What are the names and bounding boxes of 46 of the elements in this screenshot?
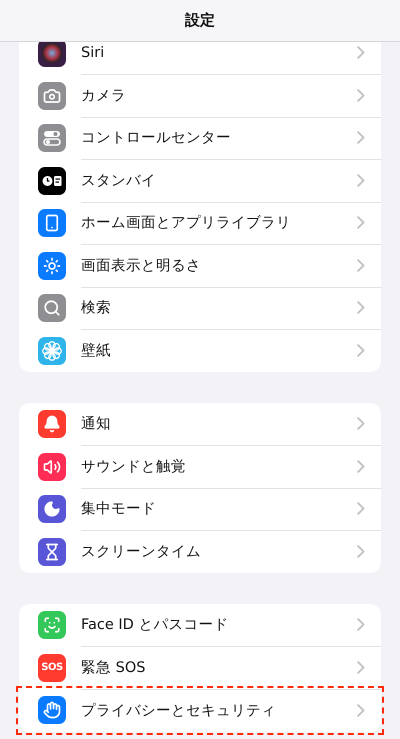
sun-icon <box>38 252 66 280</box>
chevron-icon <box>357 301 365 314</box>
bell-icon <box>38 410 66 438</box>
chevron-icon <box>357 174 365 187</box>
settings-row[interactable]: 通知 <box>19 403 381 446</box>
settings-row[interactable]: カメラ <box>19 74 381 117</box>
hourglass-icon <box>38 538 66 566</box>
chevron-icon <box>357 502 365 516</box>
settings-row[interactable]: プライバシーとセキュリティ <box>19 689 381 732</box>
orb-icon <box>38 42 66 68</box>
settings-row[interactable]: 壁紙 <box>19 330 381 372</box>
chevron-icon <box>357 460 365 473</box>
chevron-icon <box>357 545 365 558</box>
speaker-icon <box>38 452 66 481</box>
chevron-icon <box>357 216 365 230</box>
chevron-icon <box>357 417 365 430</box>
moon-icon <box>38 495 66 524</box>
settings-row[interactable]: サウンドと触覚 <box>19 446 381 488</box>
phone-icon <box>38 209 66 238</box>
chevron-icon <box>357 258 365 272</box>
search-icon <box>38 294 66 322</box>
chevron-icon <box>357 704 365 717</box>
clock-icon <box>38 166 66 195</box>
settings-row[interactable]: Siri <box>19 42 381 74</box>
settings-row[interactable]: スタンバイ <box>19 160 381 202</box>
settings-row[interactable]: 検索 <box>19 287 381 330</box>
chevron-icon <box>357 131 365 144</box>
settings-row[interactable]: 集中モード <box>19 488 381 530</box>
page-title: 設定 <box>185 11 215 30</box>
sos-label: SOS <box>41 662 63 674</box>
chevron-icon <box>357 46 365 60</box>
chevron-icon <box>357 344 365 358</box>
face-icon <box>38 611 66 640</box>
chevron-icon <box>357 88 365 102</box>
settings-row[interactable]: Face ID とパスコード <box>19 604 381 646</box>
chevron-icon <box>357 618 365 632</box>
settings-row[interactable]: SOS 緊急 SOS <box>19 646 381 689</box>
settings-row[interactable]: コントロールセンター <box>19 117 381 160</box>
toggles-icon <box>38 124 66 152</box>
settings-row[interactable]: スクリーンタイム <box>19 530 381 573</box>
hand-icon <box>38 696 66 724</box>
settings-row[interactable]: ホーム画面とアプリライブラリ <box>19 202 381 244</box>
chevron-icon <box>357 660 365 674</box>
flower-icon <box>38 336 66 365</box>
settings-row[interactable]: 画面表示と明るさ <box>19 244 381 287</box>
camera-icon <box>38 82 66 110</box>
